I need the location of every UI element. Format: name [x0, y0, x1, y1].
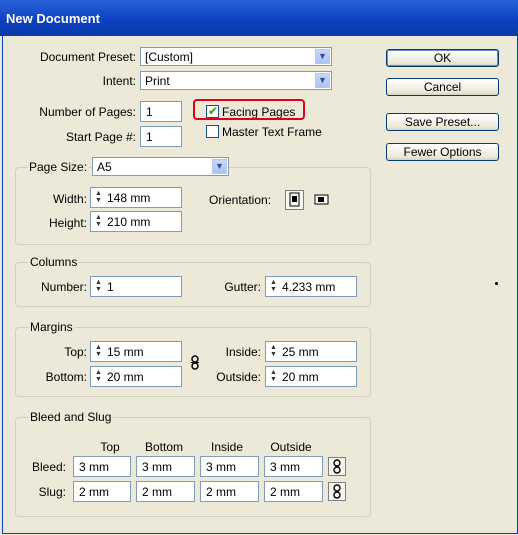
chain-link-icon[interactable]: [328, 482, 346, 501]
bleed-slug-title: Bleed and Slug: [28, 410, 114, 424]
top-margin-input[interactable]: ▲ ▼ 15 mm: [90, 341, 182, 362]
document-preset-value: [Custom]: [145, 50, 194, 64]
slug-bottom-value: 2 mm: [142, 485, 172, 499]
top-margin-label: Top:: [64, 345, 87, 359]
orientation-label: Orientation:: [209, 193, 272, 207]
outside-margin-label: Outside:: [216, 370, 261, 384]
slug-label: Slug:: [38, 485, 66, 499]
gutter-value: 4.233 mm: [282, 280, 336, 294]
landscape-orientation-icon[interactable]: [312, 190, 331, 210]
spinner-icon[interactable]: ▲ ▼: [93, 214, 104, 229]
bleed-inside-input[interactable]: 3 mm: [200, 456, 259, 477]
chain-link-icon[interactable]: [187, 354, 203, 372]
slug-bottom-input[interactable]: 2 mm: [136, 481, 195, 502]
height-input[interactable]: ▲ ▼ 210 mm: [90, 211, 182, 232]
save-preset-button[interactable]: Save Preset...: [386, 113, 499, 131]
ok-button[interactable]: OK: [386, 49, 499, 67]
intent-select[interactable]: Print ▼: [140, 71, 332, 90]
columns-number-input[interactable]: ▲ ▼ 1: [90, 276, 182, 297]
page-size-label: Page Size:: [27, 160, 90, 174]
slug-outside-value: 2 mm: [270, 485, 300, 499]
bleed-bottom-input[interactable]: 3 mm: [136, 456, 195, 477]
page-size-select[interactable]: A5 ▼: [92, 157, 229, 176]
intent-value: Print: [145, 74, 170, 88]
window-title: New Document: [6, 11, 100, 26]
height-value: 210 mm: [107, 215, 151, 229]
gutter-label: Gutter:: [224, 280, 261, 294]
bleed-bottom-value: 3 mm: [142, 460, 172, 474]
chevron-down-icon: ▼: [212, 159, 227, 174]
bottom-margin-label: Bottom:: [45, 370, 87, 384]
top-margin-value: 15 mm: [107, 345, 144, 359]
spinner-icon[interactable]: ▲ ▼: [93, 344, 104, 359]
spinner-icon[interactable]: ▲ ▼: [268, 369, 279, 384]
inside-margin-value: 25 mm: [282, 345, 319, 359]
number-of-pages-input[interactable]: 1: [140, 101, 182, 122]
slug-top-value: 2 mm: [79, 485, 109, 499]
slug-outside-input[interactable]: 2 mm: [264, 481, 323, 502]
document-preset-select[interactable]: [Custom] ▼: [140, 47, 332, 66]
number-of-pages-label: Number of Pages:: [39, 105, 136, 119]
header-inside: Inside: [210, 440, 244, 454]
spinner-icon[interactable]: ▲ ▼: [93, 279, 104, 294]
bleed-outside-input[interactable]: 3 mm: [264, 456, 323, 477]
chevron-down-icon: ▼: [315, 49, 330, 64]
document-preset-label: Document Preset:: [39, 50, 136, 64]
chain-link-icon[interactable]: [328, 457, 346, 476]
outside-margin-input[interactable]: ▲ ▼ 20 mm: [265, 366, 357, 387]
cursor-dot: [495, 282, 498, 285]
cancel-button[interactable]: Cancel: [386, 78, 499, 96]
header-top: Top: [100, 440, 120, 454]
width-input[interactable]: ▲ ▼ 148 mm: [90, 187, 182, 208]
bleed-top-value: 3 mm: [79, 460, 109, 474]
spinner-icon[interactable]: ▲ ▼: [268, 279, 279, 294]
header-outside: Outside: [270, 440, 312, 454]
number-of-pages-value: 1: [146, 105, 153, 119]
bottom-margin-value: 20 mm: [107, 370, 144, 384]
bleed-inside-value: 3 mm: [206, 460, 236, 474]
number-label: Number:: [40, 280, 87, 294]
start-page-input[interactable]: 1: [140, 126, 182, 147]
title-bar: New Document: [0, 0, 518, 36]
bleed-outside-value: 3 mm: [270, 460, 300, 474]
slug-top-input[interactable]: 2 mm: [73, 481, 131, 502]
spinner-icon[interactable]: ▲ ▼: [93, 190, 104, 205]
slug-inside-value: 2 mm: [206, 485, 236, 499]
master-text-frame-label: Master Text Frame: [222, 125, 322, 139]
spinner-icon[interactable]: ▲ ▼: [93, 369, 104, 384]
page-size-value: A5: [97, 160, 112, 174]
height-label: Height:: [48, 216, 87, 230]
new-document-dialog: Document Preset: [Custom] ▼ Intent: Prin…: [2, 36, 518, 534]
spinner-icon[interactable]: ▲ ▼: [268, 344, 279, 359]
inside-margin-input[interactable]: ▲ ▼ 25 mm: [265, 341, 357, 362]
bleed-label: Bleed:: [31, 460, 66, 474]
inside-margin-label: Inside:: [225, 345, 261, 359]
fewer-options-button[interactable]: Fewer Options: [386, 143, 499, 161]
start-page-label: Start Page #:: [65, 130, 136, 144]
outside-margin-value: 20 mm: [282, 370, 319, 384]
bleed-top-input[interactable]: 3 mm: [73, 456, 131, 477]
columns-number-value: 1: [107, 280, 114, 294]
intent-label: Intent:: [102, 74, 136, 88]
margins-title: Margins: [28, 320, 75, 334]
width-value: 148 mm: [107, 191, 151, 205]
slug-inside-input[interactable]: 2 mm: [200, 481, 259, 502]
red-highlight-annotation: [193, 99, 305, 120]
start-page-value: 1: [146, 130, 153, 144]
gutter-input[interactable]: ▲ ▼ 4.233 mm: [265, 276, 357, 297]
chevron-down-icon: ▼: [315, 73, 330, 88]
width-label: Width:: [52, 192, 87, 206]
header-bottom: Bottom: [144, 440, 183, 454]
columns-title: Columns: [28, 255, 80, 269]
portrait-orientation-icon[interactable]: [285, 190, 304, 210]
master-text-frame-checkbox[interactable]: [206, 125, 219, 138]
bottom-margin-input[interactable]: ▲ ▼ 20 mm: [90, 366, 182, 387]
